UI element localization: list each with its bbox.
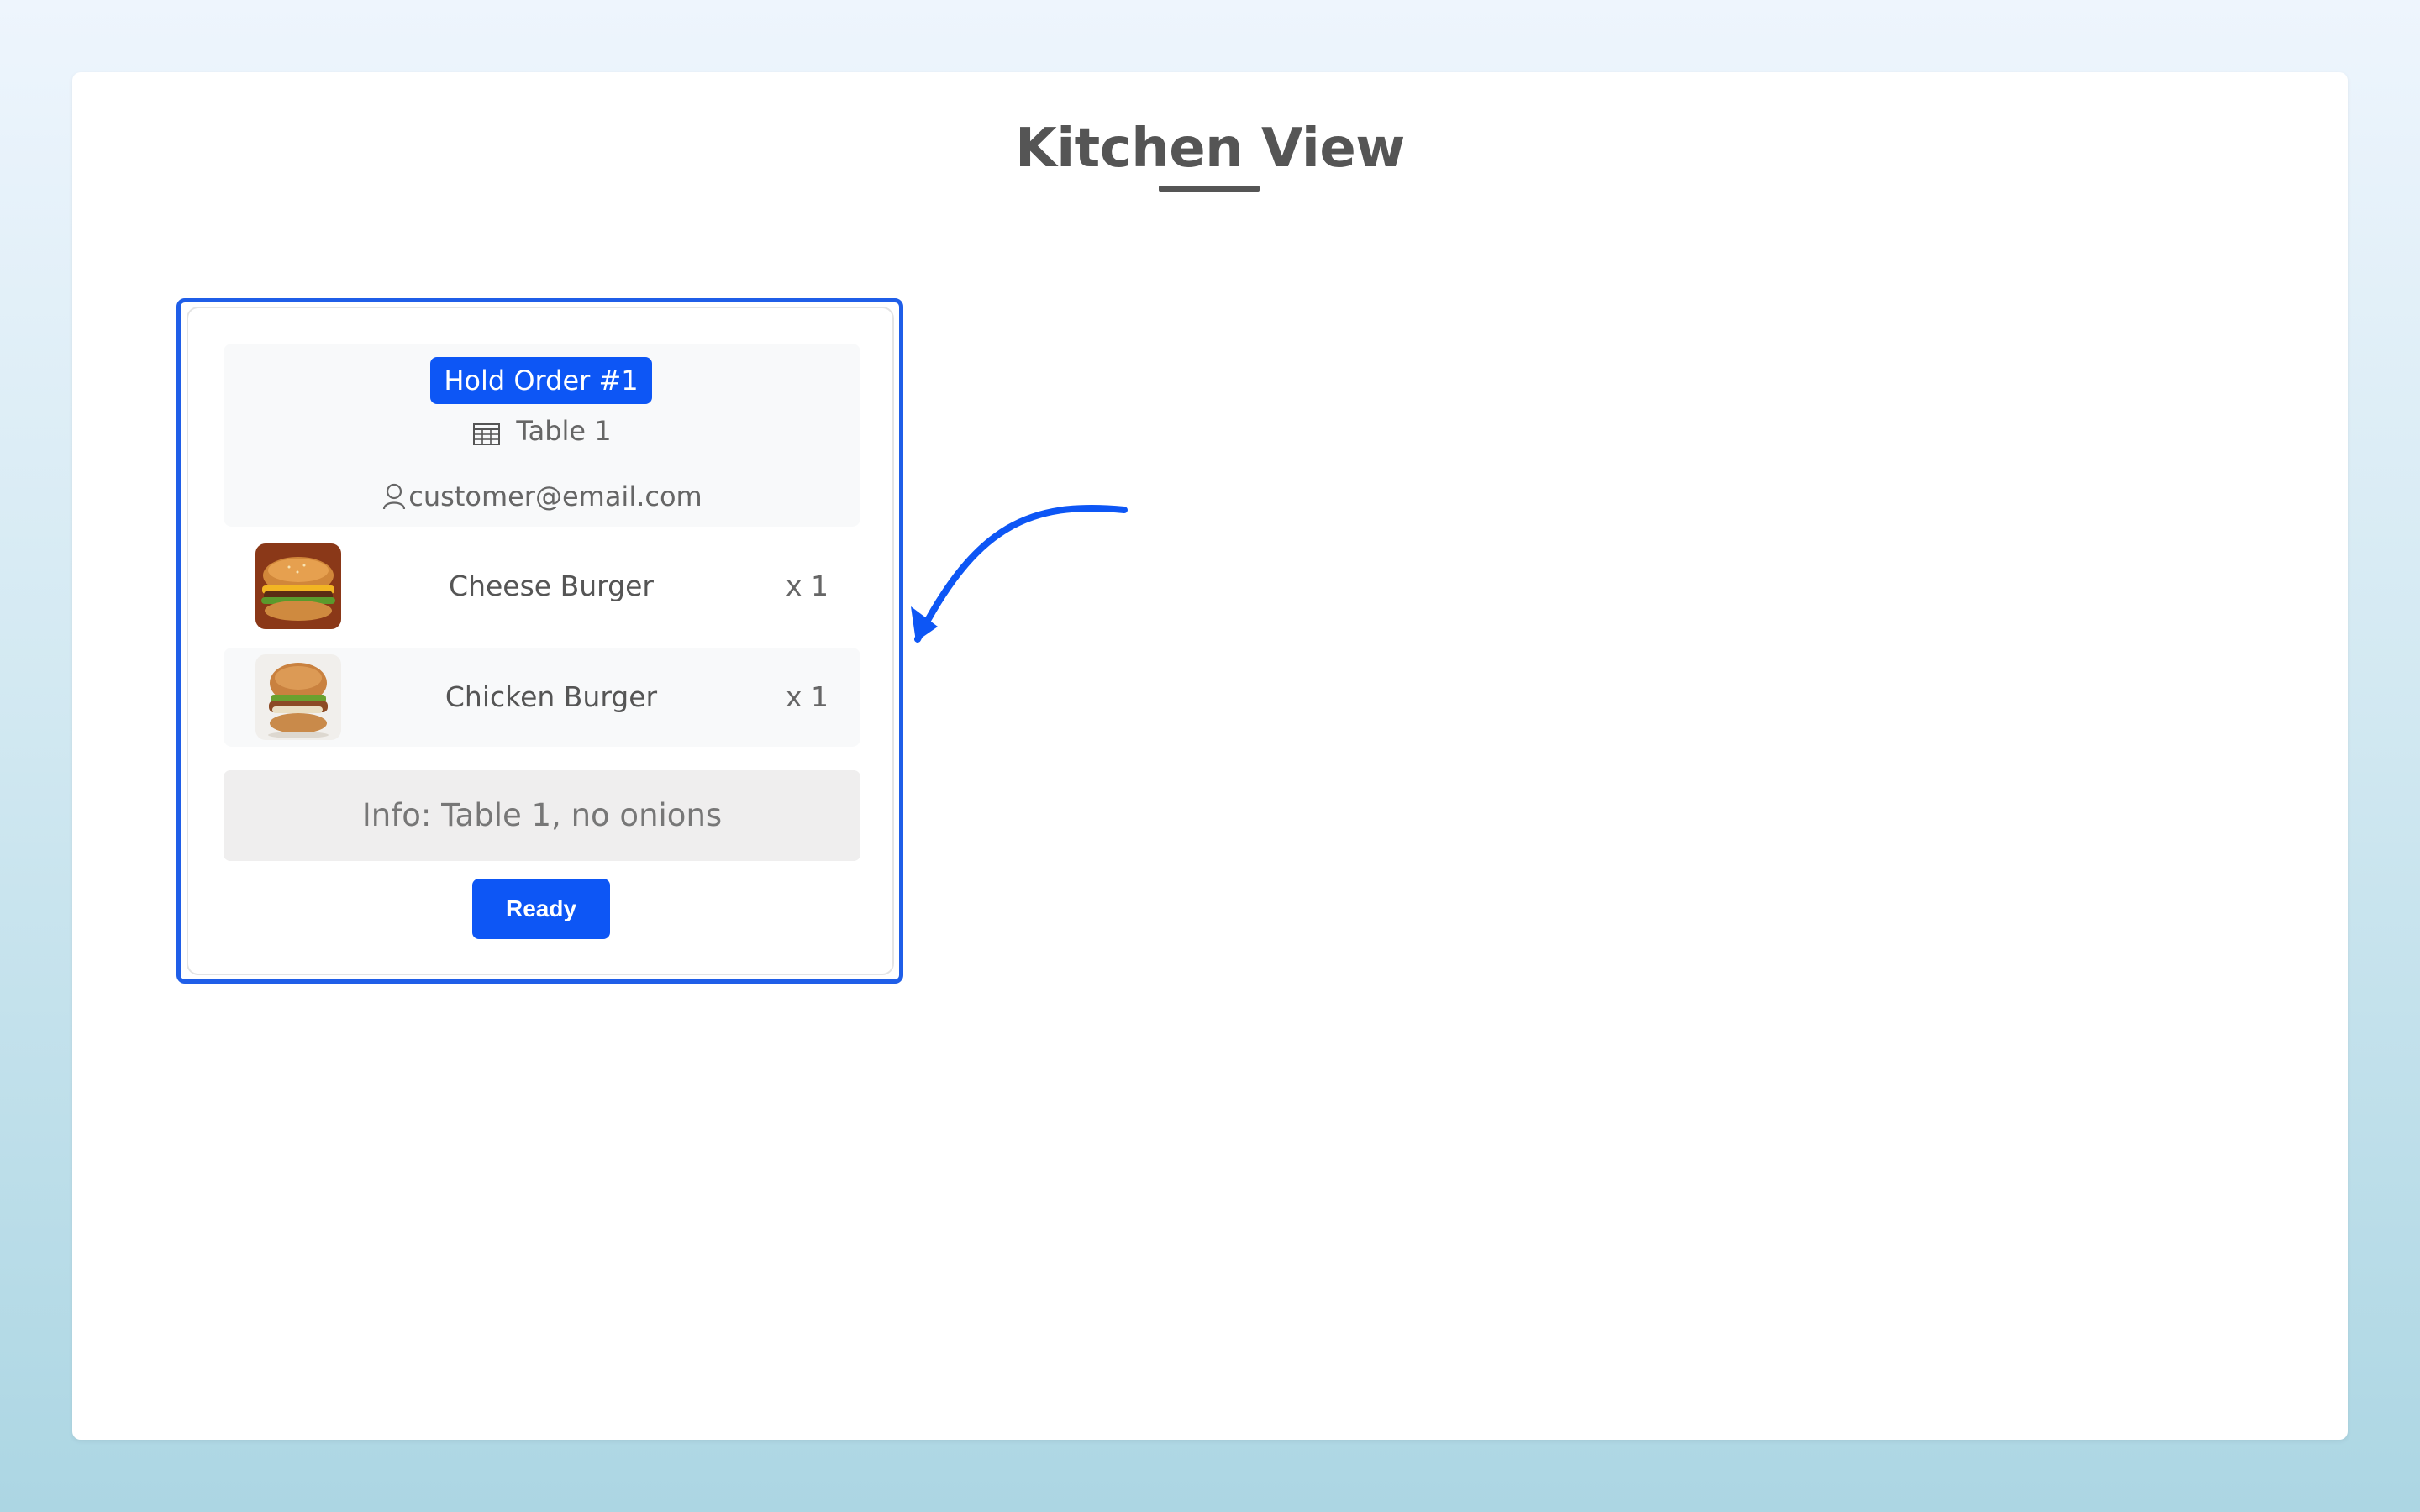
table-label: Table 1 [516, 415, 612, 447]
item-name: Cheese Burger [449, 570, 654, 602]
order-item: Cheese Burger x 1 [224, 537, 860, 636]
order-header: Hold Order #1 Table 1 customer@email.com [224, 344, 860, 527]
title-underline [1159, 186, 1260, 192]
customer-info: customer@email.com [224, 476, 860, 517]
hold-order-badge: Hold Order #1 [430, 357, 652, 404]
page-title: Kitchen View [1015, 118, 1405, 180]
main-panel: Kitchen View Hold Order #1 Table 1 custo… [72, 72, 2348, 1440]
item-quantity: x 1 [785, 680, 829, 713]
chicken-burger-image [255, 654, 341, 740]
cheese-burger-image [255, 543, 341, 629]
table-grid-icon [473, 423, 501, 445]
order-item: Chicken Burger x 1 [224, 648, 860, 747]
table-info: Table 1 [224, 411, 860, 451]
item-quantity: x 1 [785, 570, 829, 602]
item-name: Chicken Burger [445, 680, 658, 713]
curved-arrow-icon [911, 504, 1128, 643]
customer-email: customer@email.com [408, 480, 702, 512]
order-card: Hold Order #1 Table 1 customer@email.com… [187, 307, 894, 975]
user-icon [383, 483, 406, 510]
order-info-note: Info: Table 1, no onions [224, 770, 860, 861]
ready-button[interactable]: Ready [472, 879, 610, 939]
